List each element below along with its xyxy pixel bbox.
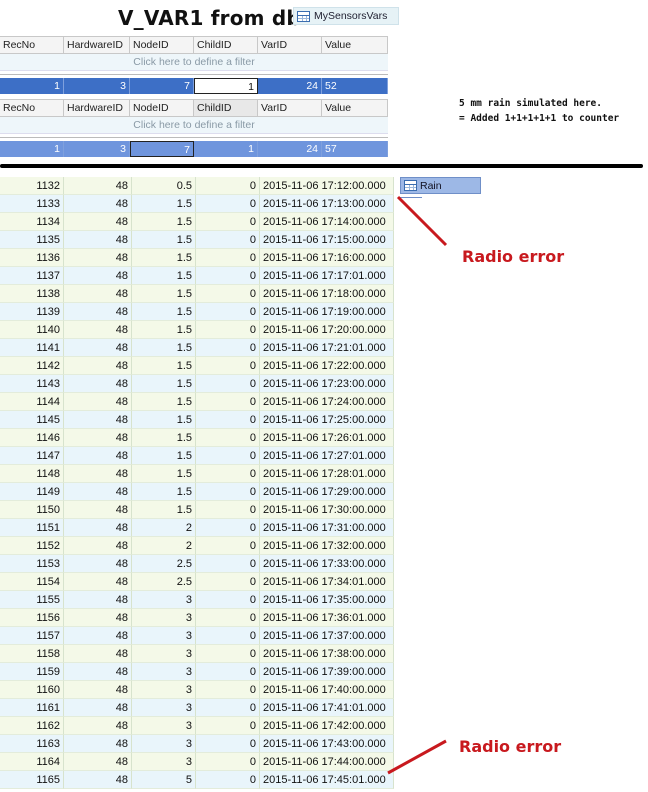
- arrow-line-top: [396, 195, 448, 247]
- annotation-arrows: [387, 195, 448, 775]
- arrow-line-bottom: [387, 739, 447, 775]
- annotation-radio-error-top: Radio error: [462, 247, 565, 266]
- annotation-radio-error-bottom: Radio error: [459, 737, 562, 756]
